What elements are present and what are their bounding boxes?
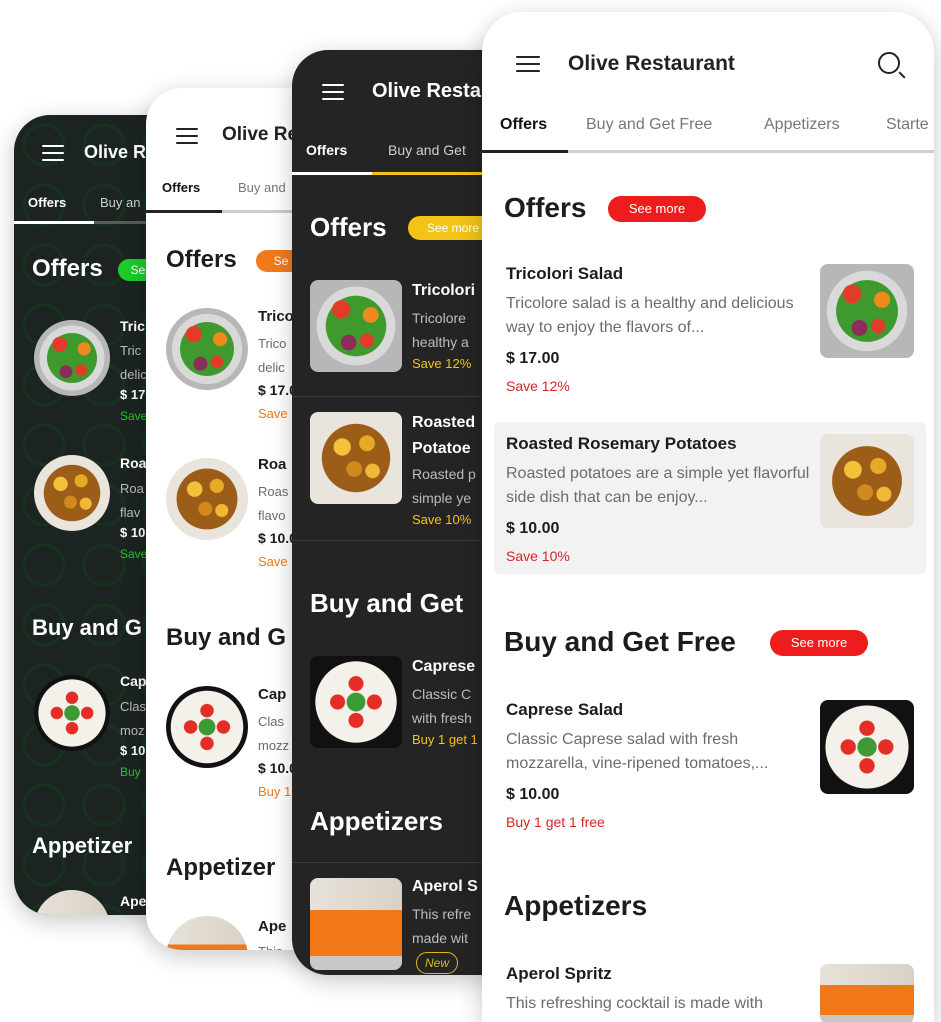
item-name: Roa	[258, 456, 287, 473]
item-name: Cap	[258, 686, 287, 703]
potato-image	[34, 455, 110, 531]
item-promo: Save 10%	[412, 512, 472, 527]
caprese-image	[820, 700, 914, 794]
tab-offers[interactable]: Offers	[162, 180, 200, 195]
section-title-appetizers: Appetizers	[310, 806, 443, 836]
potato-image	[166, 458, 248, 540]
salad-image	[820, 264, 914, 358]
app-title: Olive Re	[222, 124, 299, 145]
aperol-image	[820, 964, 914, 1022]
tab-starters[interactable]: Starte	[886, 116, 929, 134]
app-title: Olive Restaurant	[568, 52, 735, 75]
item-name: Caprese Salad	[506, 700, 624, 719]
section-title-buy-and-get-free: Buy and Get Free	[504, 626, 736, 657]
tab-offers[interactable]: Offers	[28, 195, 66, 210]
item-promo: Save	[258, 554, 288, 569]
tab-offers[interactable]: Offers	[500, 116, 547, 134]
app-title: Olive R	[84, 142, 147, 162]
tab-buy-and-get-free[interactable]: Buy and Get Free	[586, 116, 712, 134]
tab-indicator	[146, 210, 222, 213]
item-name: Aperol Spritz	[506, 964, 612, 983]
tab-track	[568, 150, 934, 153]
item-price: $ 10	[120, 743, 146, 758]
item-name: Roasted Potatoe	[412, 414, 476, 457]
section-title-appetizers: Appetizers	[504, 890, 648, 921]
menu-icon[interactable]	[322, 84, 344, 100]
tab-indicator	[292, 172, 372, 175]
item-name: Tricolori	[412, 282, 476, 299]
caprese-image	[310, 656, 402, 748]
salad-image	[310, 280, 402, 372]
section-title-offers: Offers	[504, 192, 587, 223]
section-title-buy-and-get-free: Buy and G	[32, 615, 143, 640]
section-title-buy-and-get-free: Buy and G	[166, 624, 287, 651]
item-price: $ 10.00	[506, 520, 560, 537]
see-more-button[interactable]: See more	[608, 196, 706, 222]
item-description: Roasted potatoes are a simple yet flavor…	[506, 465, 810, 506]
section-title-appetizers: Appetizer	[166, 854, 276, 881]
item-description: This refreshing cocktail is made with	[506, 995, 763, 1012]
item-description: Tricolore salad is a healthy and delicio…	[506, 295, 794, 336]
salad-image	[34, 320, 110, 396]
item-name: Ape	[120, 893, 147, 909]
menu-icon[interactable]	[42, 145, 64, 161]
item-price: $ 17	[120, 387, 146, 402]
item-name: Trico	[258, 308, 294, 325]
caprese-image	[34, 675, 110, 751]
new-badge: New	[416, 952, 458, 974]
item-price: $ 10	[120, 525, 146, 540]
section-title-appetizers: Appetizer	[32, 833, 133, 858]
item-name: Caprese	[412, 658, 476, 675]
tab-indicator	[482, 150, 568, 153]
item-name: Aperol S	[412, 878, 478, 895]
tab-appetizers[interactable]: Appetizers	[764, 116, 840, 134]
menu-icon[interactable]	[176, 128, 198, 144]
section-title-offers: Offers	[32, 255, 103, 282]
item-promo: Buy	[120, 765, 141, 779]
item-name: Tricolori Salad	[506, 264, 624, 283]
item-promo: Buy 1 get 1	[412, 732, 478, 747]
search-icon[interactable]	[878, 52, 900, 74]
item-promo: Buy 1	[258, 784, 292, 799]
item-name: Cap	[120, 673, 147, 689]
item-name: Roa	[120, 455, 147, 471]
aperol-image	[166, 916, 248, 950]
tab-buy-and-get-free[interactable]: Buy and Get	[388, 142, 466, 158]
potato-image	[310, 412, 402, 504]
salad-image	[166, 308, 248, 390]
item-promo: Save	[258, 406, 288, 421]
item-name: Tric	[120, 318, 145, 334]
item-name: Ape	[258, 918, 287, 935]
item-promo: Save 12%	[506, 378, 570, 394]
item-promo: Save 10%	[506, 548, 570, 564]
app-title: Olive Resta	[372, 80, 481, 102]
phone-preview-red: Olive Restaurant Offers Buy and Get Free…	[482, 12, 934, 1022]
item-promo: Save 12%	[412, 356, 472, 371]
caprese-image	[166, 686, 248, 768]
section-title-buy-and-get-free: Buy and Get	[310, 588, 464, 618]
item-promo: Save	[120, 547, 148, 561]
menu-icon[interactable]	[516, 56, 540, 72]
item-name: Roasted Rosemary Potatoes	[506, 434, 737, 453]
tab-indicator	[14, 221, 94, 224]
item-price: $ 17.00	[506, 350, 560, 367]
item-price: $ 10.00	[506, 786, 560, 803]
section-title-offers: Offers	[166, 246, 237, 273]
see-more-button[interactable]: See more	[770, 630, 868, 656]
tab-buy-and-get-free[interactable]: Buy an	[100, 195, 140, 210]
tab-offers[interactable]: Offers	[306, 142, 347, 158]
aperol-image	[310, 878, 402, 970]
tab-buy-and-get-free[interactable]: Buy and	[238, 180, 286, 195]
section-title-offers: Offers	[310, 212, 387, 242]
item-promo: Save	[120, 409, 148, 423]
item-promo: Buy 1 get 1 free	[506, 814, 605, 830]
item-description: Classic Caprese salad with fresh mozzare…	[506, 731, 769, 772]
potato-image	[820, 434, 914, 528]
